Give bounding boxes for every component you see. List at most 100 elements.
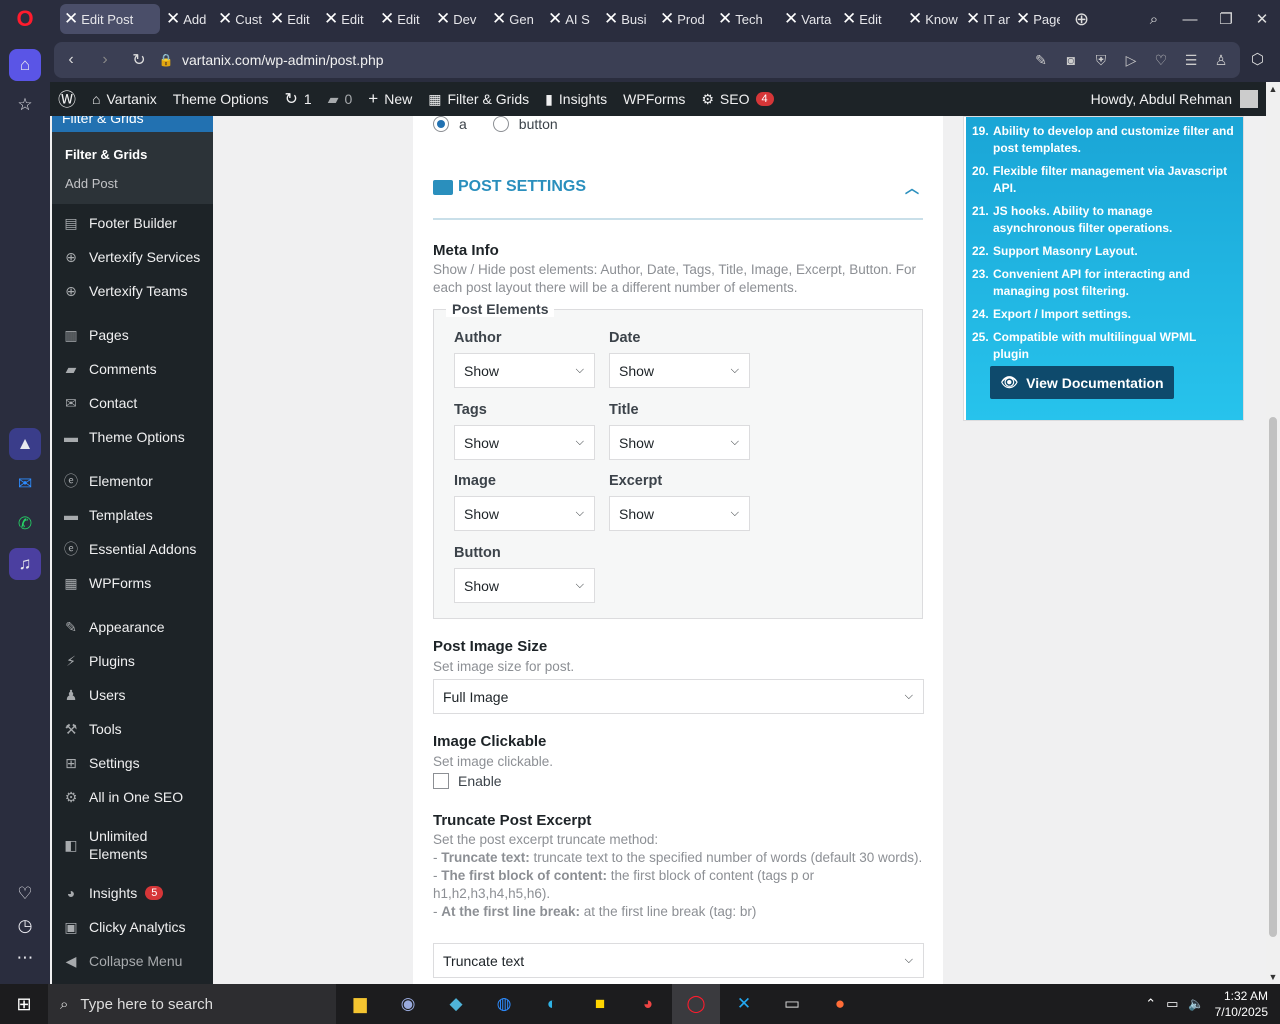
sidebar-item-contact[interactable]: ✉ Contact bbox=[52, 386, 213, 420]
browser-tab[interactable]: ✕ AI S bbox=[544, 4, 598, 34]
paint-icon[interactable]: ◉ bbox=[384, 984, 432, 1024]
more-icon[interactable]: ⋯ bbox=[9, 942, 41, 974]
submenu-add-post[interactable]: Add Post bbox=[52, 169, 213, 198]
chevron-up-icon[interactable]: ⌃ bbox=[1145, 996, 1156, 1012]
sidebar-item-templates[interactable]: ▬ Templates bbox=[52, 498, 213, 532]
reload-icon[interactable]: ↻ bbox=[122, 50, 156, 70]
insights-link[interactable]: ▮ Insights bbox=[537, 91, 615, 108]
edit-icon[interactable]: ✎ bbox=[1026, 52, 1056, 69]
sidebar-item-footer-builder[interactable]: ▤ Footer Builder bbox=[52, 206, 213, 240]
close-icon[interactable]: ✕ bbox=[1244, 0, 1280, 38]
sidebar-item-all-in-one-seo[interactable]: ⚙ All in One SEO bbox=[52, 780, 213, 814]
postman-icon[interactable]: ● bbox=[816, 984, 864, 1024]
sidebar-item-clicky-analytics[interactable]: ▣ Clicky Analytics bbox=[52, 910, 213, 944]
tags-select[interactable]: Show ⌵ bbox=[454, 425, 595, 460]
chevron-up-icon[interactable]: ︿ bbox=[905, 178, 919, 198]
submenu-filter-grids[interactable]: Filter & Grids bbox=[52, 140, 213, 169]
windows-start-icon[interactable]: ⊞ bbox=[0, 994, 48, 1015]
shield-icon[interactable]: ⛨ bbox=[1086, 52, 1116, 69]
sidebar-item-insights[interactable]: ◕ Insights 5 bbox=[52, 876, 213, 910]
search-tabs-icon[interactable]: ⌕ bbox=[1136, 0, 1172, 38]
sidebar-item-vertexify-services[interactable]: ⊕ Vertexify Services bbox=[52, 240, 213, 274]
back-icon[interactable]: ‹ bbox=[54, 51, 88, 69]
opera-icon[interactable]: ◯ bbox=[672, 984, 720, 1024]
browser-tab[interactable]: ✕ Edit bbox=[320, 4, 374, 34]
sidebar-item-collapse-menu[interactable]: ◀ Collapse Menu bbox=[52, 944, 213, 978]
taskbar-search[interactable]: ⌕ Type here to search bbox=[48, 984, 336, 1024]
sidebar-item-wpforms[interactable]: ▦ WPForms bbox=[52, 566, 213, 600]
excerpt-select[interactable]: Show ⌵ bbox=[609, 496, 750, 531]
sidebar-item-unlimited-elements[interactable]: ◧ Unlimited Elements bbox=[52, 824, 213, 866]
date-select[interactable]: Show ⌵ bbox=[609, 353, 750, 388]
minimize-icon[interactable]: — bbox=[1172, 0, 1208, 38]
url-box[interactable]: ‹ › ↻ 🔒 vartanix.com/wp-admin/post.php ✎… bbox=[54, 42, 1240, 78]
sidebar-item-elementor[interactable]: ⓔ Elementor bbox=[52, 464, 213, 498]
forward-icon[interactable]: › bbox=[88, 51, 122, 69]
heart-icon[interactable]: ♡ bbox=[1146, 52, 1176, 69]
browser-tab[interactable]: ✕ Edit bbox=[266, 4, 318, 34]
image-select[interactable]: Show ⌵ bbox=[454, 496, 595, 531]
page-scrollbar[interactable]: ▲ ▼ bbox=[1266, 82, 1280, 984]
new-tab-icon[interactable]: ⊕ bbox=[1074, 9, 1089, 30]
radio-button[interactable] bbox=[492, 116, 509, 132]
enable-checkbox[interactable] bbox=[433, 773, 449, 789]
camera-icon[interactable]: ◙ bbox=[1056, 52, 1086, 69]
vscode-icon[interactable]: ✕ bbox=[720, 984, 768, 1024]
browser-tab[interactable]: ✕ Edit Post bbox=[60, 4, 160, 34]
zoom-icon[interactable]: ◍ bbox=[480, 984, 528, 1024]
opera-logo-icon[interactable]: O bbox=[9, 3, 41, 35]
sidebar-item-tools[interactable]: ⚒ Tools bbox=[52, 712, 213, 746]
scroll-down-icon[interactable]: ▼ bbox=[1266, 972, 1280, 982]
site-name-link[interactable]: ⌂ Vartanix bbox=[84, 91, 165, 107]
updates-link[interactable]: ↻ 1 bbox=[277, 89, 320, 109]
sidebar-item-pages[interactable]: ▥ Pages bbox=[52, 318, 213, 352]
aria-icon[interactable]: ▲ bbox=[9, 428, 41, 460]
clock[interactable]: 1:32 AM 7/10/2025 bbox=[1215, 988, 1268, 1020]
browser-tab[interactable]: ✕ Gen bbox=[488, 4, 542, 34]
browser-tab[interactable]: ✕ Know bbox=[904, 4, 960, 34]
file-explorer-icon[interactable]: ▆ bbox=[336, 984, 384, 1024]
url-text[interactable]: vartanix.com/wp-admin/post.php bbox=[182, 52, 384, 68]
browser-tab[interactable]: ✕ Varta bbox=[780, 4, 836, 34]
sidebar-item-vertexify-teams[interactable]: ⊕ Vertexify Teams bbox=[52, 274, 213, 308]
browser-tab[interactable]: ✕ Tech bbox=[714, 4, 778, 34]
heart-icon[interactable]: ♡ bbox=[9, 878, 41, 910]
browser-tab[interactable]: ✕ Prod bbox=[656, 4, 712, 34]
app-icon[interactable]: ◆ bbox=[432, 984, 480, 1024]
radio-a[interactable] bbox=[433, 116, 449, 132]
volume-icon[interactable]: 🔈 bbox=[1188, 996, 1204, 1012]
new-link[interactable]: + New bbox=[360, 89, 420, 109]
profile-icon[interactable]: ♙ bbox=[1206, 52, 1236, 69]
sidebar-item-essential-addons[interactable]: ⓔ Essential Addons bbox=[52, 532, 213, 566]
filter-grids-link[interactable]: ▦ Filter & Grids bbox=[420, 91, 537, 108]
sidebar-item-users[interactable]: ♟ Users bbox=[52, 678, 213, 712]
post-settings-header[interactable]: POST SETTINGS ︿ bbox=[433, 174, 923, 220]
messenger-icon[interactable]: ✉ bbox=[9, 468, 41, 500]
star-icon[interactable]: ☆ bbox=[9, 89, 41, 121]
home-icon[interactable]: ⌂ bbox=[9, 49, 41, 81]
current-menu-item[interactable]: Filter & Grids bbox=[52, 116, 213, 132]
author-select[interactable]: Show ⌵ bbox=[454, 353, 595, 388]
view-documentation-button[interactable]: 👁 View Documentation bbox=[990, 366, 1174, 399]
history-icon[interactable]: ◷ bbox=[9, 910, 41, 942]
edge-icon[interactable]: ◐ bbox=[528, 984, 576, 1024]
extension-icon[interactable]: ⬡ bbox=[1251, 50, 1264, 68]
browser-tab[interactable]: ✕ Add bbox=[162, 4, 212, 34]
browser-tab[interactable]: ✕ Dev bbox=[432, 4, 486, 34]
scroll-up-icon[interactable]: ▲ bbox=[1266, 84, 1280, 94]
browser-tab[interactable]: ✕ Busi bbox=[600, 4, 654, 34]
browser-tab[interactable]: ✕ Edit bbox=[376, 4, 430, 34]
sidebar-item-comments[interactable]: ▰ Comments bbox=[52, 352, 213, 386]
music-icon[interactable]: ♫ bbox=[9, 548, 41, 580]
theme-options-link[interactable]: Theme Options bbox=[165, 91, 277, 107]
terminal-icon[interactable]: ▭ bbox=[768, 984, 816, 1024]
sidebar-item-appearance[interactable]: ✎ Appearance bbox=[52, 610, 213, 644]
title-select[interactable]: Show ⌵ bbox=[609, 425, 750, 460]
browser-tab[interactable]: ✕ Edit bbox=[838, 4, 902, 34]
sticky-notes-icon[interactable]: ■ bbox=[576, 984, 624, 1024]
scroll-thumb[interactable] bbox=[1269, 417, 1277, 937]
wp-logo-icon[interactable]: Ⓦ bbox=[50, 86, 84, 112]
maximize-icon[interactable]: ❐ bbox=[1208, 0, 1244, 38]
wpforms-link[interactable]: WPForms bbox=[615, 91, 693, 107]
play-icon[interactable]: ▷ bbox=[1116, 52, 1146, 69]
